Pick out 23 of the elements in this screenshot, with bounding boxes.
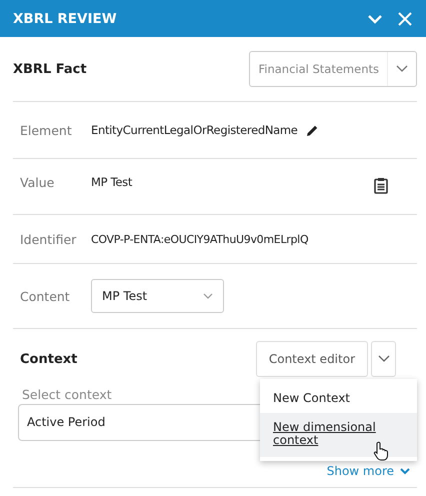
- menu-item[interactable]: New dimensional context: [260, 413, 417, 457]
- chevron-down-icon: [378, 355, 390, 363]
- field-label: Content: [20, 288, 71, 304]
- close-icon[interactable]: [397, 10, 413, 26]
- panel-title: XBRL REVIEW: [13, 10, 118, 26]
- field-label: Select context: [21, 387, 112, 402]
- field-label: Identifier: [20, 232, 78, 246]
- chevron-down-icon: [203, 293, 213, 299]
- show-more-link[interactable]: Show more: [326, 464, 394, 478]
- field-value: MP Test: [91, 175, 132, 189]
- section-title: XBRL Fact: [13, 62, 87, 76]
- chevron-down-icon: [396, 65, 408, 73]
- context-editor-button[interactable]: Context editor: [256, 341, 368, 377]
- section-title: Context: [20, 352, 78, 366]
- statement-dropdown[interactable]: Financial Statements: [249, 51, 417, 87]
- field-value: EntityCurrentLegalOrRegisteredName: [91, 123, 298, 137]
- field-value: COVP-P-ENTA:eOUCIY9AThuU9v0mELrplQ: [91, 232, 308, 246]
- field-label: Element: [20, 122, 73, 138]
- pencil-icon[interactable]: [306, 124, 319, 136]
- content-select[interactable]: MP Test: [91, 279, 224, 313]
- clipboard-icon[interactable]: [374, 177, 388, 194]
- chevron-down-icon: [400, 468, 410, 474]
- field-label: Value: [20, 175, 56, 190]
